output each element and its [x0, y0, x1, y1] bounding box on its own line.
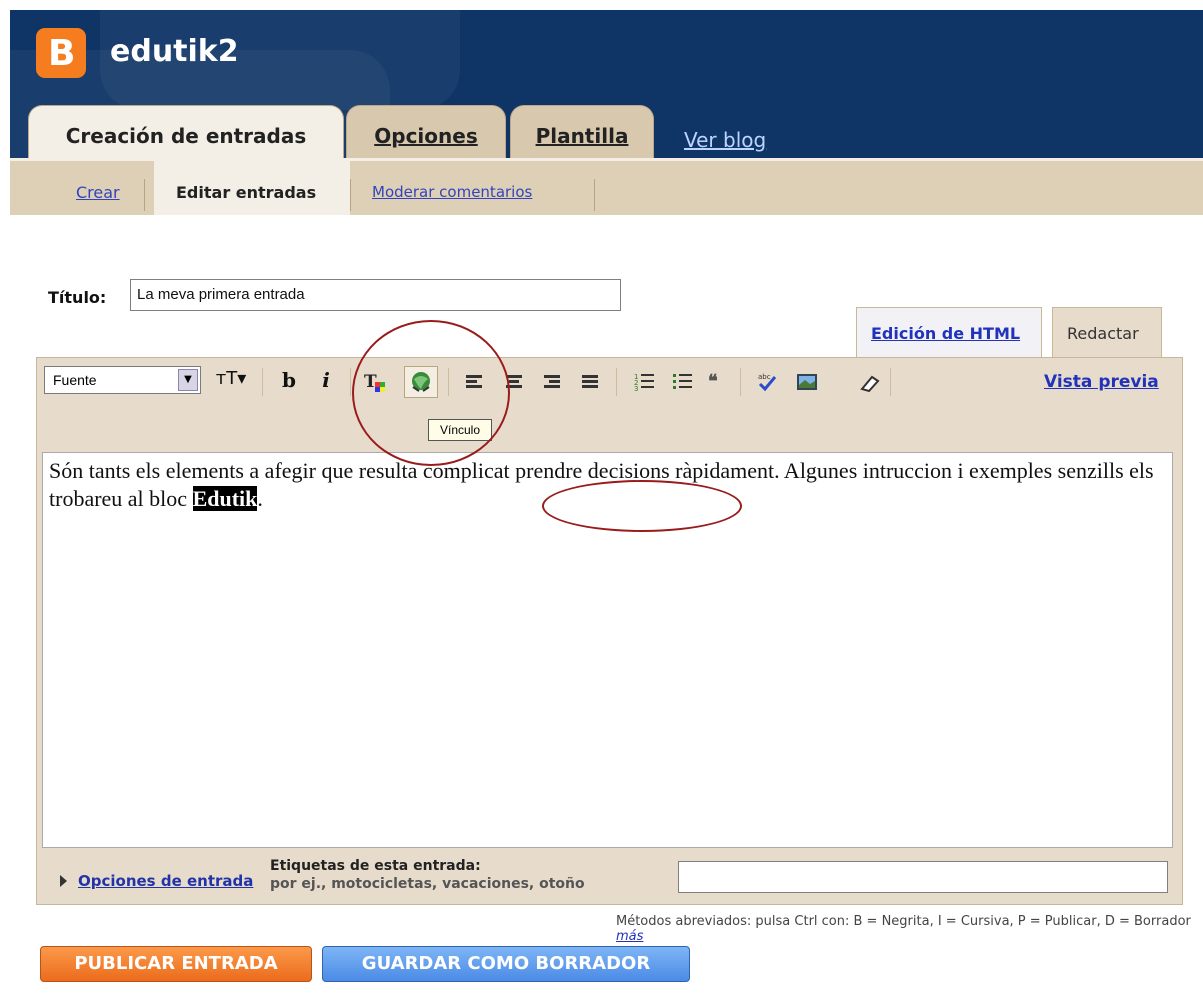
subnav-moderate-comments[interactable]: Moderar comentarios [372, 161, 602, 215]
spellcheck-icon[interactable]: abc [756, 371, 777, 392]
annotation-circle [542, 480, 742, 532]
labels-input[interactable] [678, 861, 1168, 893]
keyboard-shortcuts-hint: Métodos abreviados: pulsa Ctrl con: B = … [616, 914, 1191, 944]
quote-icon[interactable]: ❝ [708, 371, 728, 392]
subnav: Crear Editar entradas Moderar comentario… [10, 158, 1203, 215]
align-justify-icon[interactable] [580, 371, 600, 391]
subnav-divider [144, 179, 145, 211]
publish-button[interactable]: PUBLICAR ENTRADA [40, 946, 312, 982]
annotation-circle [352, 320, 510, 466]
bullet-list-icon[interactable] [672, 371, 692, 391]
preview-link[interactable]: Vista previa [1044, 372, 1159, 392]
toolbar-divider [350, 368, 351, 396]
numbered-list-icon[interactable]: 123 [634, 371, 654, 393]
tab-edit-html[interactable]: Edición de HTML [856, 307, 1042, 359]
more-shortcuts-link[interactable]: más [616, 929, 643, 944]
subnav-divider [350, 179, 351, 211]
chevron-down-icon[interactable]: ▼ [178, 369, 198, 391]
font-select[interactable]: Fuente ▼ [44, 366, 201, 394]
blogger-header: B edutik2 Creación de entradas Opciones … [10, 10, 1203, 158]
title-label: Título: [48, 288, 107, 307]
subnav-edit-posts[interactable]: Editar entradas [154, 161, 350, 215]
align-right-icon[interactable] [542, 371, 562, 391]
image-icon[interactable] [796, 371, 817, 391]
toolbar-divider [616, 368, 617, 396]
toolbar-divider [740, 368, 741, 396]
bold-button[interactable]: b [276, 368, 302, 394]
blog-name[interactable]: edutik2 [110, 34, 239, 69]
tab-compose[interactable]: Redactar [1052, 307, 1162, 359]
italic-button[interactable]: i [314, 368, 338, 394]
post-options-link[interactable]: Opciones de entrada [78, 872, 253, 890]
subnav-divider [594, 179, 595, 211]
save-draft-button[interactable]: GUARDAR COMO BORRADOR [322, 946, 690, 982]
subnav-create[interactable]: Crear [76, 161, 146, 215]
svg-text:3: 3 [634, 385, 638, 393]
tab-template[interactable]: Plantilla [510, 105, 654, 158]
labels-hint: por ej., motocicletas, vacaciones, otoño [270, 876, 585, 892]
post-options-bar: Opciones de entrada Etiquetas de esta en… [42, 850, 1173, 900]
toolbar-divider [890, 368, 891, 396]
selected-text: Edutik [192, 486, 258, 511]
view-blog-link[interactable]: Ver blog [684, 128, 766, 152]
blogger-logo-icon[interactable]: B [36, 28, 86, 78]
text-size-icon[interactable]: ᴛT▾ [208, 368, 254, 394]
labels-title: Etiquetas de esta entrada: [270, 858, 481, 874]
toolbar-divider [262, 368, 263, 396]
tab-settings[interactable]: Opciones [346, 105, 506, 158]
title-input[interactable]: La meva primera entrada [130, 279, 621, 311]
expand-arrow-icon[interactable] [60, 875, 67, 887]
svg-text:abc: abc [758, 373, 771, 381]
tab-posting[interactable]: Creación de entradas [28, 105, 344, 158]
eraser-icon[interactable] [858, 371, 880, 393]
